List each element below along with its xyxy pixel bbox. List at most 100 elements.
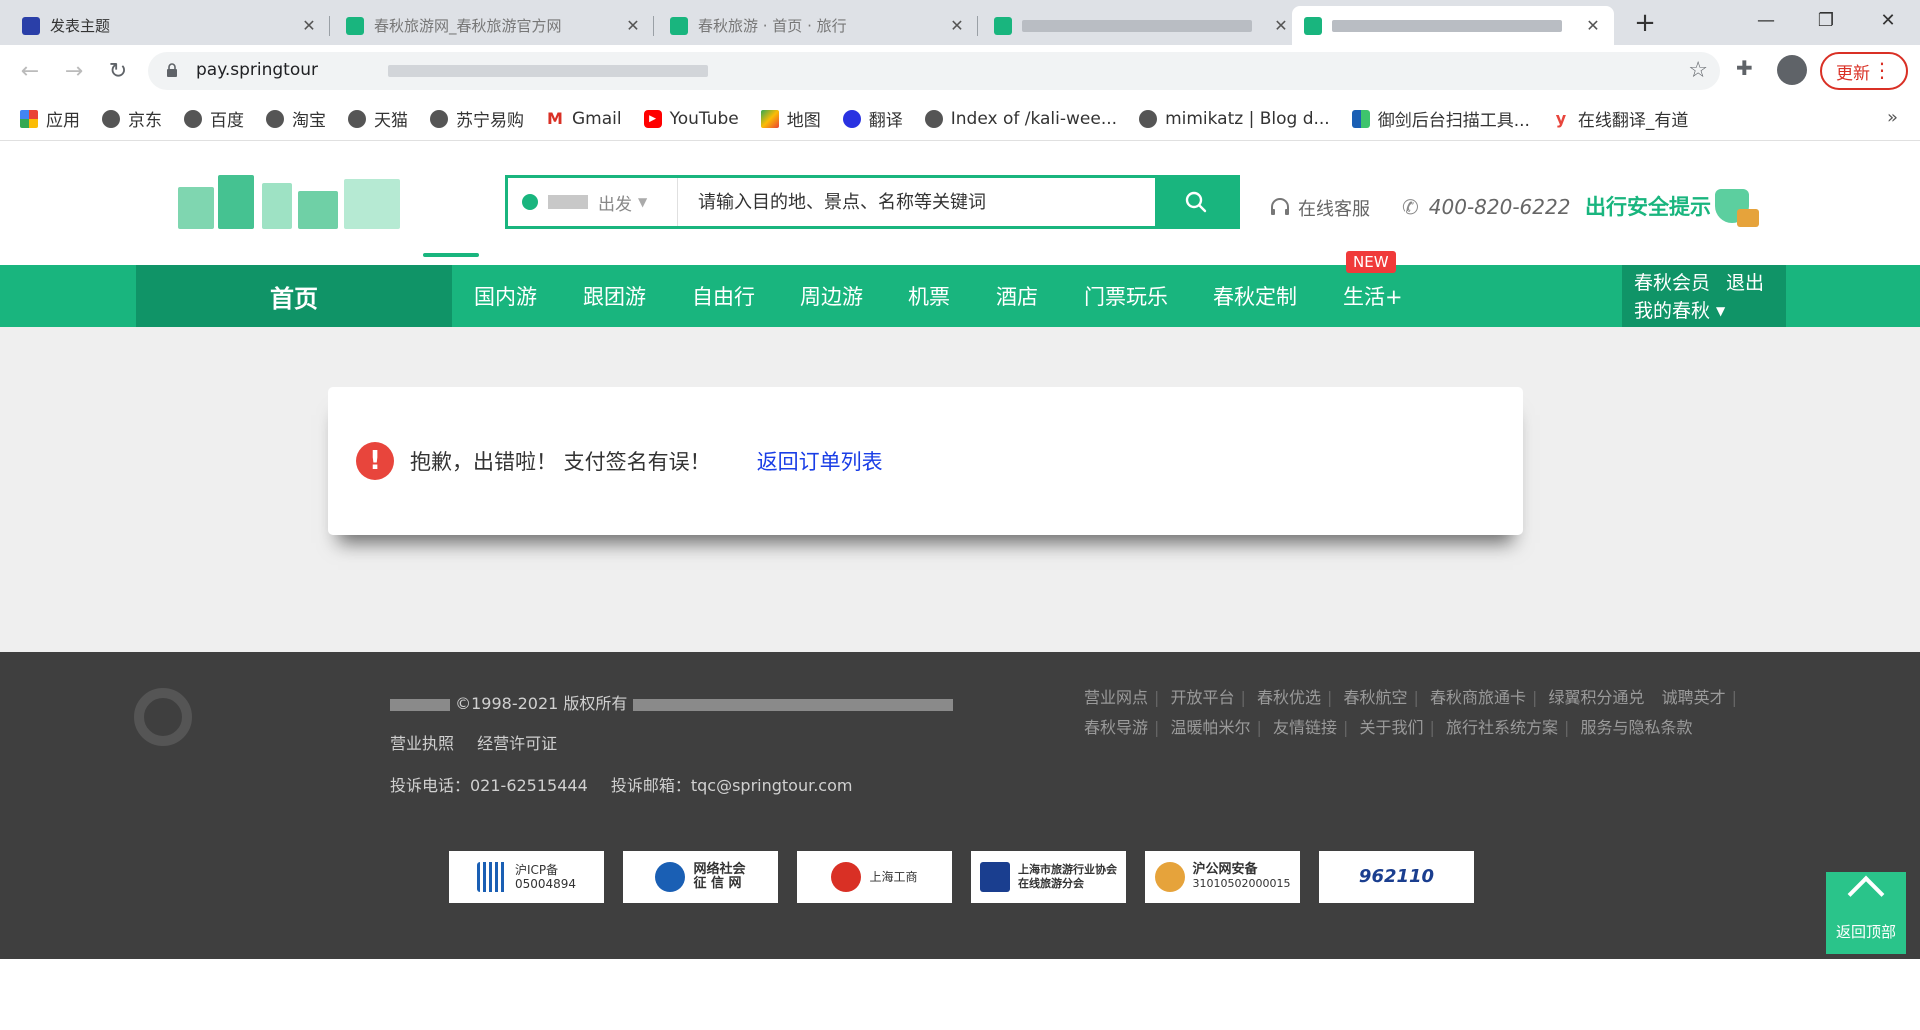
bookmark-taobao[interactable]: 淘宝 bbox=[266, 106, 326, 131]
nav-tickets[interactable]: 门票玩乐 bbox=[1084, 265, 1168, 327]
nav-group-tour[interactable]: 跟团游 bbox=[583, 265, 646, 327]
bookmark-maps[interactable]: 地图 bbox=[760, 106, 821, 131]
nav-hotels[interactable]: 酒店 bbox=[996, 265, 1038, 327]
forward-button[interactable]: → bbox=[58, 55, 90, 87]
license-links: 营业执照 经营许可证 bbox=[390, 730, 557, 754]
bookmark-suning[interactable]: 苏宁易购 bbox=[430, 106, 524, 131]
footer-links-row1: 营业网点 | 开放平台 | 春秋优选 | 春秋航空 | 春秋商旅通卡 | 绿翼积分通兑 诚… bbox=[1084, 688, 1738, 707]
gmail-icon: M bbox=[546, 109, 564, 128]
profile-avatar[interactable] bbox=[1777, 55, 1807, 85]
bookmark-yujian[interactable]: 御剑后台扫描工具... bbox=[1351, 106, 1530, 131]
close-icon[interactable]: ✕ bbox=[300, 16, 318, 35]
nav-life-plus[interactable]: 生活+ bbox=[1343, 265, 1403, 327]
back-button[interactable]: ← bbox=[14, 55, 46, 87]
browser-tab[interactable]: 春秋旅游网_春秋旅游官方网 ✕ bbox=[334, 6, 654, 45]
tab-favicon-icon bbox=[346, 16, 364, 35]
shanghai-commerce-badge[interactable]: 上海工商 bbox=[797, 851, 952, 903]
credit-badge[interactable]: 网络社会征 信 网 bbox=[623, 851, 778, 903]
browser-tab-active[interactable]: ✕ bbox=[1292, 6, 1614, 45]
footer-link[interactable]: 温暖帕米尔 bbox=[1171, 718, 1251, 737]
bookmark-kali[interactable]: Index of /kali-wee... bbox=[924, 109, 1117, 129]
bookmarks-bar: 应用 京东 百度 淘宝 天猫 苏宁易购 M Gmail ▶ YouTube 地图 翻… bbox=[0, 97, 1920, 141]
online-service-link[interactable]: 在线客服 bbox=[1268, 195, 1370, 221]
nav-free-travel[interactable]: 自由行 bbox=[692, 265, 755, 327]
tab-title: 发表主题 bbox=[50, 17, 111, 35]
tab-favicon-icon bbox=[994, 16, 1012, 35]
close-icon[interactable]: ✕ bbox=[948, 16, 966, 35]
globe-icon bbox=[1139, 109, 1158, 128]
logout-link[interactable]: 退出 bbox=[1726, 269, 1764, 297]
footer-link[interactable]: 服务与隐私条款 bbox=[1581, 718, 1693, 737]
hotline-962110-badge[interactable]: 962110 bbox=[1319, 851, 1474, 903]
bookmark-baidu[interactable]: 百度 bbox=[184, 106, 244, 131]
my-account-dropdown[interactable]: 我的春秋 ▼ bbox=[1634, 297, 1786, 325]
close-icon[interactable]: ✕ bbox=[1584, 16, 1602, 35]
location-pin-icon bbox=[522, 194, 538, 210]
bookmark-youtube[interactable]: ▶ YouTube bbox=[643, 109, 739, 129]
bookmark-mimikatz[interactable]: mimikatz | Blog d... bbox=[1139, 109, 1330, 129]
url-text: pay.springtour bbox=[196, 60, 319, 80]
departure-selector[interactable]: 出发 ▼ bbox=[508, 178, 678, 226]
footer-link[interactable]: 绿翼积分通兑 bbox=[1549, 688, 1645, 707]
footer-link[interactable]: 友情链接 bbox=[1273, 718, 1337, 737]
footer-link[interactable]: 开放平台 bbox=[1171, 688, 1235, 707]
site-footer: ©1998-2021 版权所有 营业执照 经营许可证 投诉电话：021-6251… bbox=[0, 652, 1920, 959]
globe-icon bbox=[430, 109, 448, 128]
caret-down-icon: ▼ bbox=[1716, 304, 1726, 318]
bookmark-star-icon[interactable]: ☆ bbox=[1688, 58, 1708, 83]
footer-link[interactable]: 关于我们 bbox=[1360, 718, 1424, 737]
business-license-link[interactable]: 营业执照 bbox=[390, 734, 454, 753]
nav-custom[interactable]: 春秋定制 bbox=[1213, 265, 1297, 327]
close-icon[interactable]: ✕ bbox=[624, 16, 642, 35]
bookmarks-more-button[interactable]: » bbox=[1887, 107, 1898, 128]
address-bar[interactable]: pay.springtour ☆ bbox=[148, 52, 1720, 90]
bookmark-jd[interactable]: 京东 bbox=[102, 106, 162, 131]
restore-button[interactable]: ❐ bbox=[1796, 0, 1856, 40]
nav-nearby[interactable]: 周边游 bbox=[800, 265, 863, 327]
tab-favicon-icon bbox=[22, 16, 40, 35]
nav-domestic[interactable]: 国内游 bbox=[474, 265, 537, 327]
close-icon[interactable]: ✕ bbox=[1272, 16, 1290, 35]
nav-home[interactable]: 首页 bbox=[136, 265, 452, 327]
shield-icon bbox=[655, 862, 686, 892]
tourism-association-badge[interactable]: 上海市旅游行业协会 在线旅游分会 bbox=[971, 851, 1126, 903]
footer-link[interactable]: 诚聘英才 bbox=[1662, 688, 1726, 707]
browser-tab[interactable]: 发表主题 ✕ bbox=[10, 6, 330, 45]
bookmark-tmall[interactable]: 天猫 bbox=[348, 106, 408, 131]
extensions-puzzle-icon[interactable]: ✚ bbox=[1736, 56, 1753, 80]
update-button[interactable]: 更新 ⋮ bbox=[1820, 52, 1908, 90]
youdao-icon: y bbox=[1551, 109, 1570, 128]
browser-tab[interactable]: ✕ bbox=[982, 6, 1302, 45]
footer-link[interactable]: 营业网点 bbox=[1084, 688, 1148, 707]
departure-label: 出发 bbox=[598, 194, 632, 215]
reload-button[interactable]: ↻ bbox=[102, 55, 134, 87]
footer-link[interactable]: 春秋导游 bbox=[1084, 718, 1148, 737]
bookmark-gmail[interactable]: M Gmail bbox=[546, 109, 622, 129]
travel-safety-tip[interactable]: 出行安全提示 bbox=[1585, 189, 1759, 227]
footer-link[interactable]: 春秋商旅通卡 bbox=[1430, 688, 1526, 707]
new-tab-button[interactable]: + bbox=[1630, 8, 1660, 38]
bookmark-translate[interactable]: 翻译 bbox=[842, 106, 903, 131]
minimize-button[interactable]: — bbox=[1736, 0, 1796, 40]
operating-permit-link[interactable]: 经营许可证 bbox=[477, 734, 557, 753]
search-button[interactable] bbox=[1155, 178, 1237, 226]
browser-tab[interactable]: 春秋旅游 · 首页 · 旅行 ✕ bbox=[658, 6, 978, 45]
back-to-top-button[interactable]: 返回顶部 bbox=[1826, 872, 1906, 954]
nav-flights[interactable]: 机票 bbox=[908, 265, 950, 327]
member-link[interactable]: 春秋会员 bbox=[1634, 269, 1710, 297]
browser-toolbar: ← → ↻ pay.springtour ☆ bbox=[0, 45, 1920, 97]
back-to-orders-link[interactable]: 返回订单列表 bbox=[757, 446, 883, 476]
public-security-badge[interactable]: 沪公网安备 31010502000015 bbox=[1145, 851, 1300, 903]
police-emblem-icon bbox=[1154, 862, 1185, 892]
tab-favicon-icon bbox=[1304, 16, 1322, 35]
bookmark-apps[interactable]: 应用 bbox=[20, 106, 80, 131]
footer-link[interactable]: 春秋航空 bbox=[1344, 688, 1408, 707]
footer-link[interactable]: 旅行社系统方案 bbox=[1446, 718, 1558, 737]
site-logo[interactable] bbox=[178, 165, 479, 257]
footer-link[interactable]: 春秋优选 bbox=[1257, 688, 1321, 707]
icp-badge[interactable]: 沪ICP备 05004894 bbox=[449, 851, 604, 903]
bookmark-youdao[interactable]: y 在线翻译_有道 bbox=[1551, 106, 1688, 131]
window-close-button[interactable]: ✕ bbox=[1858, 0, 1918, 40]
main-content: ! 抱歉，出错啦！ 支付签名有误！ 返回订单列表 bbox=[0, 327, 1920, 652]
search-input[interactable] bbox=[678, 178, 1155, 226]
